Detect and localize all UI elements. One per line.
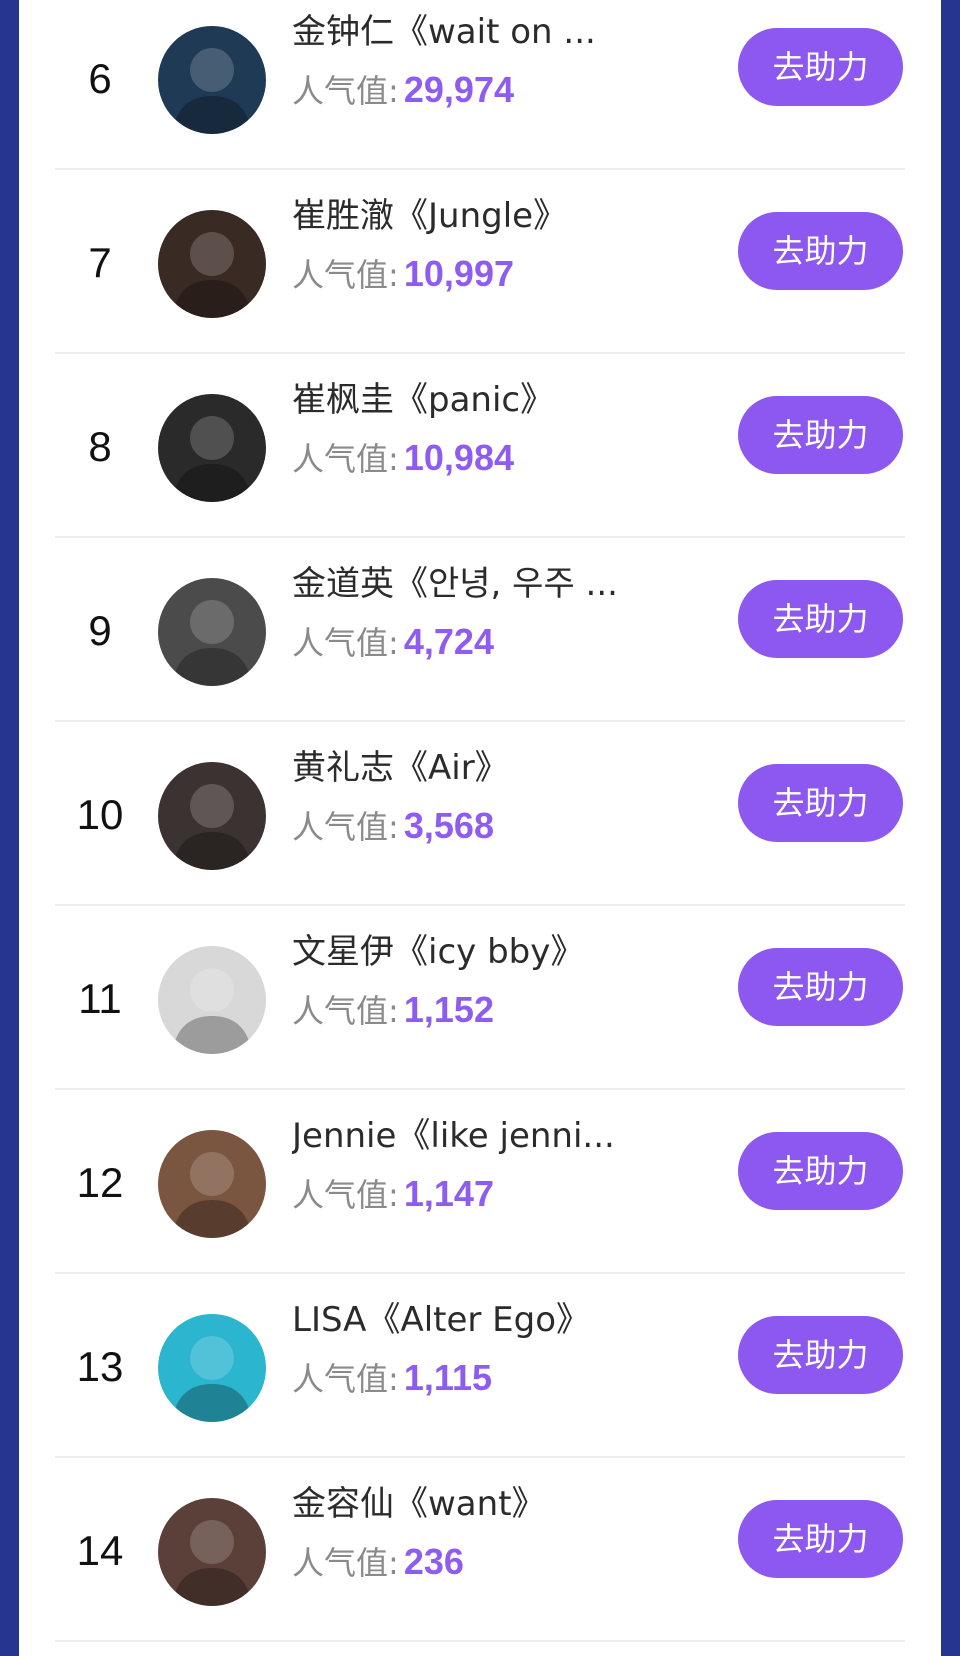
popularity-label: 人气值: [292,72,399,110]
avatar-image [158,210,266,318]
popularity-label: 人气值: [292,440,399,478]
ranking-panel: 6 金钟仁《wait on ... 人气值: 29,974 去助力 7 崔胜澈《… [19,0,941,1656]
avatar[interactable] [158,762,266,870]
avatar-image [158,1498,266,1606]
popularity: 人气值: 236 [292,1540,464,1591]
popularity: 人气值: 1,152 [292,988,494,1039]
list-item: 10 黄礼志《Air》 人气值: 3,568 去助力 [55,724,905,906]
help-button[interactable]: 去助力 [738,948,903,1026]
song-title: 文星伊《icy bby》 [292,932,585,972]
avatar[interactable] [158,578,266,686]
help-button[interactable]: 去助力 [738,396,903,474]
rank-number: 13 [76,1343,124,1390]
avatar-image [158,1130,266,1238]
avatar[interactable] [158,210,266,318]
song-title: LISA《Alter Ego》 [292,1300,591,1340]
list-item: 14 金容仙《want》 人气值: 236 去助力 [55,1460,905,1642]
popularity-label: 人气值: [292,624,399,662]
avatar-image [158,578,266,686]
song-title: 金道英《안녕, 우주 ... [292,564,618,604]
list-item: 6 金钟仁《wait on ... 人气值: 29,974 去助力 [55,0,905,170]
popularity: 人气值: 29,974 [292,68,514,119]
help-button[interactable]: 去助力 [738,212,903,290]
popularity-label: 人气值: [292,256,399,294]
popularity-value: 3,568 [403,805,494,846]
popularity-value: 4,724 [403,621,494,662]
avatar-image [158,394,266,502]
rank-number: 6 [88,55,112,102]
popularity-value: 1,152 [403,989,494,1030]
avatar[interactable] [158,946,266,1054]
list-item: 7 崔胜澈《Jungle》 人气值: 10,997 去助力 [55,172,905,354]
popularity-label: 人气值: [292,992,399,1030]
help-button[interactable]: 去助力 [738,764,903,842]
popularity-value: 236 [403,1541,464,1582]
song-title: Jennie《like jenni... [292,1116,615,1156]
avatar[interactable] [158,1498,266,1606]
popularity-value: 10,997 [403,253,514,294]
rank-number: 9 [88,607,112,654]
rank-number: 7 [88,239,112,286]
list-item: 8 崔枫圭《panic》 人气值: 10,984 去助力 [55,356,905,538]
popularity: 人气值: 10,984 [292,436,514,487]
avatar-image [158,26,266,134]
avatar[interactable] [158,1314,266,1422]
help-button[interactable]: 去助力 [738,580,903,658]
list-item: 11 文星伊《icy bby》 人气值: 1,152 去助力 [55,908,905,1090]
popularity-label: 人气值: [292,1360,399,1398]
popularity-label: 人气值: [292,1176,399,1214]
rank-number: 10 [76,791,124,838]
help-button[interactable]: 去助力 [738,1316,903,1394]
song-title: 金钟仁《wait on ... [292,12,596,52]
song-title: 黄礼志《Air》 [292,748,509,788]
list-item: 9 金道英《안녕, 우주 ... 人气值: 4,724 去助力 [55,540,905,722]
list-item: 12 Jennie《like jenni... 人气值: 1,147 去助力 [55,1092,905,1274]
popularity: 人气值: 3,568 [292,804,494,855]
help-button[interactable]: 去助力 [738,28,903,106]
song-title: 崔胜澈《Jungle》 [292,196,568,236]
rank-number: 8 [88,423,112,470]
avatar[interactable] [158,26,266,134]
popularity-value: 1,115 [403,1357,492,1398]
avatar[interactable] [158,1130,266,1238]
avatar-image [158,946,266,1054]
avatar-image [158,762,266,870]
popularity-value: 10,984 [403,437,514,478]
popularity-label: 人气值: [292,808,399,846]
popularity: 人气值: 4,724 [292,620,494,671]
rank-number: 12 [76,1159,124,1206]
help-button[interactable]: 去助力 [738,1132,903,1210]
popularity-label: 人气值: [292,1544,399,1582]
rank-number: 14 [76,1527,124,1574]
popularity-value: 29,974 [403,69,514,110]
song-title: 金容仙《want》 [292,1484,546,1524]
song-title: 崔枫圭《panic》 [292,380,555,420]
list-item: 13 LISA《Alter Ego》 人气值: 1,115 去助力 [55,1276,905,1458]
rank-number: 11 [78,975,122,1022]
popularity: 人气值: 1,115 [292,1356,492,1407]
popularity: 人气值: 1,147 [292,1172,494,1223]
popularity: 人气值: 10,997 [292,252,514,303]
help-button[interactable]: 去助力 [738,1500,903,1578]
popularity-value: 1,147 [403,1173,494,1214]
avatar-image [158,1314,266,1422]
avatar[interactable] [158,394,266,502]
